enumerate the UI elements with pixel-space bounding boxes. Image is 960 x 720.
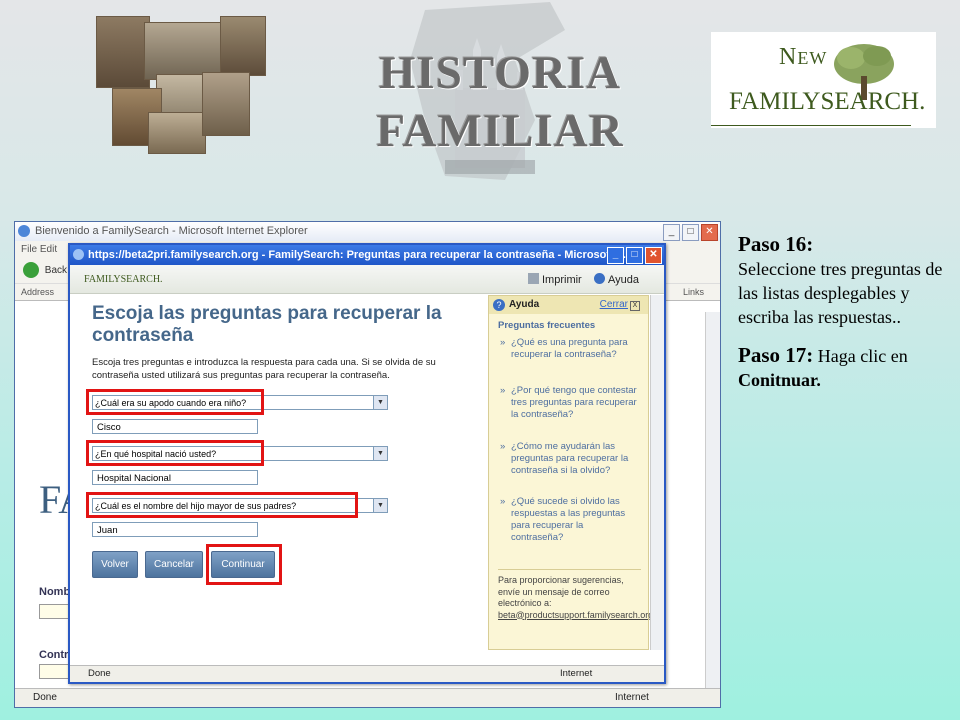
- form-title: Escoja las preguntas para recuperar la c…: [92, 303, 442, 346]
- faq-link-3[interactable]: ¿Cómo me ayudarán las preguntas para rec…: [498, 441, 638, 477]
- title-line-1: HISTORIA: [378, 47, 622, 99]
- inner-title-bar: https://beta2pri.familysearch.org - Fami…: [70, 245, 664, 265]
- faq-link-4[interactable]: ¿Qué sucede si olvido las respuestas a l…: [498, 496, 638, 544]
- answer-2-input[interactable]: Hospital Nacional: [92, 470, 258, 485]
- help-close-label: Cerrar: [599, 299, 628, 310]
- outer-password-input[interactable]: [39, 664, 71, 679]
- help-panel-title: Ayuda: [509, 299, 540, 310]
- back-arrow-icon[interactable]: [23, 262, 39, 279]
- answer-3-input[interactable]: Juan: [92, 522, 258, 537]
- form-intro: Escoja tres preguntas e introduzca la re…: [92, 357, 436, 381]
- cancel-button[interactable]: Cancelar: [145, 551, 203, 578]
- print-link[interactable]: Imprimir: [528, 273, 582, 286]
- outer-name-input[interactable]: [39, 604, 71, 619]
- ie-icon: [73, 249, 84, 260]
- maximize-button[interactable]: □: [626, 247, 643, 264]
- logo-familysearch-text: FAMILYSEARCH.: [729, 88, 926, 115]
- help-close-link[interactable]: Cerrar X: [600, 296, 640, 314]
- answer-1-input[interactable]: Cisco: [92, 419, 258, 434]
- close-button[interactable]: ✕: [645, 247, 662, 264]
- chevron-down-icon: ▼: [373, 396, 387, 409]
- inner-status-done: Done: [88, 668, 111, 679]
- printer-icon: [528, 273, 539, 284]
- outer-status-zone: Internet: [615, 692, 649, 703]
- ie-icon: [18, 225, 30, 237]
- help-label: Ayuda: [608, 274, 639, 286]
- feedback-text: Para proporcionar sugerencias, envíe un …: [498, 575, 624, 608]
- help-feedback: Para proporcionar sugerencias, envíe un …: [498, 569, 653, 621]
- help-link[interactable]: Ayuda: [594, 273, 639, 286]
- outer-status-done: Done: [33, 692, 57, 703]
- outer-window-title: Bienvenido a FamilySearch - Microsoft In…: [35, 225, 308, 237]
- address-label: Address: [21, 287, 55, 297]
- help-panel: ? Ayuda CerrarX Preguntas frecuentes ¿Qu…: [488, 295, 653, 650]
- step-17-text: Haga clic en: [817, 346, 908, 366]
- step-16: Paso 16: Seleccione tres preguntas de la…: [738, 232, 953, 329]
- highlight-continue: [206, 544, 282, 585]
- outer-title-bar: Bienvenido a FamilySearch - Microsoft In…: [15, 222, 720, 241]
- outer-scrollbar[interactable]: [705, 312, 720, 688]
- inner-status-bar: Done Internet: [70, 665, 664, 682]
- back-button[interactable]: Back: [45, 265, 67, 276]
- minimize-button[interactable]: _: [663, 224, 680, 241]
- step-17: Paso 17: Haga clic en Conitnuar.: [738, 343, 953, 392]
- recovery-form: Escoja las preguntas para recuperar la c…: [70, 295, 488, 665]
- instructions-panel: Paso 16: Seleccione tres preguntas de la…: [738, 232, 953, 406]
- step-16-heading: Paso 16:: [738, 232, 814, 256]
- minimize-button[interactable]: _: [607, 247, 624, 264]
- close-button[interactable]: ✕: [701, 224, 718, 241]
- question-icon: ?: [493, 299, 505, 311]
- old-photos-collage: [96, 16, 266, 154]
- outer-password-label: Contr: [39, 649, 69, 661]
- help-panel-header: ? Ayuda Cerrar X: [489, 296, 648, 314]
- step-17-bold: Conitnuar.: [738, 370, 821, 390]
- maximize-button[interactable]: □: [682, 224, 699, 241]
- chevron-down-icon: ▼: [373, 447, 387, 460]
- highlight-question-3: [86, 492, 358, 518]
- close-icon: X: [630, 301, 640, 311]
- logo-new-text: NEW: [779, 44, 828, 70]
- chevron-down-icon: ▼: [373, 499, 387, 512]
- inner-window-title: https://beta2pri.familysearch.org - Fami…: [88, 249, 629, 261]
- outer-status-bar: Done Internet: [15, 688, 720, 707]
- step-17-heading: Paso 17:: [738, 343, 814, 367]
- feedback-email-link[interactable]: beta@productsupport.familysearch.org: [498, 610, 653, 620]
- highlight-question-1: [86, 389, 264, 415]
- title-line-2: FAMILIAR: [376, 105, 624, 157]
- faq-link-2[interactable]: ¿Por qué tengo que contestar tres pregun…: [498, 385, 638, 421]
- faq-link-1[interactable]: ¿Qué es una pregunta para recuperar la c…: [498, 337, 638, 361]
- links-label[interactable]: Links: [683, 284, 704, 300]
- print-label: Imprimir: [542, 274, 582, 286]
- inner-scrollbar[interactable]: [650, 295, 664, 650]
- password-questions-window: https://beta2pri.familysearch.org - Fami…: [68, 243, 666, 684]
- inner-status-zone: Internet: [560, 668, 593, 679]
- highlight-question-2: [86, 440, 264, 466]
- step-16-text: Seleccione tres preguntas de las listas …: [738, 259, 943, 327]
- slide-title: HISTORIA FAMILIAR: [355, 44, 645, 160]
- back-button[interactable]: Volver: [92, 551, 138, 578]
- logo-underline: [711, 125, 911, 126]
- outer-name-label: Nomb: [39, 586, 71, 598]
- familysearch-small-logo: FAMILYSEARCH.: [84, 274, 163, 285]
- faq-heading: Preguntas frecuentes: [498, 320, 596, 331]
- new-familysearch-logo: NEW FAMILYSEARCH.: [711, 32, 936, 128]
- help-icon: [594, 273, 605, 284]
- familysearch-header: FAMILYSEARCH. Imprimir Ayuda: [70, 265, 664, 294]
